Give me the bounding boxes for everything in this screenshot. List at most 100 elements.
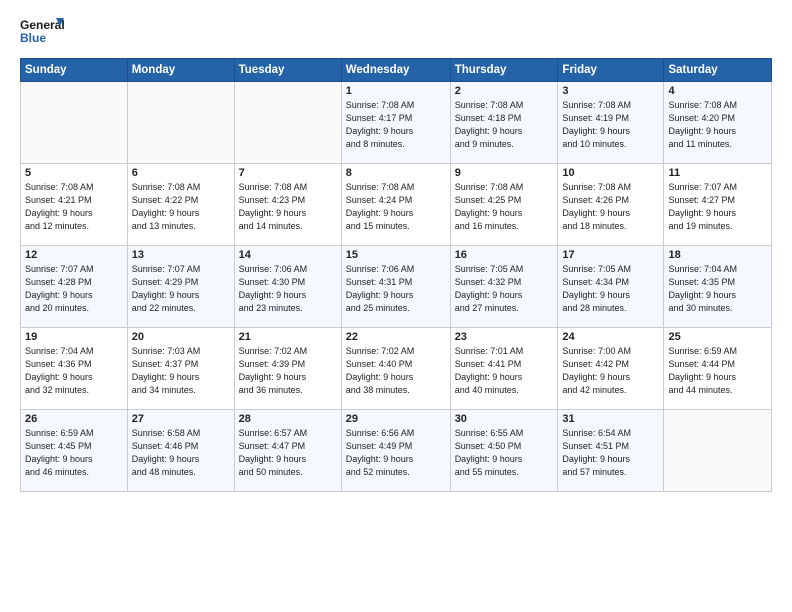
day-info: Sunrise: 6:59 AM Sunset: 4:44 PM Dayligh… <box>668 345 767 397</box>
calendar-header-row: SundayMondayTuesdayWednesdayThursdayFrid… <box>21 59 772 82</box>
calendar-cell: 14 Sunrise: 7:06 AM Sunset: 4:30 PM Dayli… <box>234 246 341 328</box>
calendar-cell <box>664 410 772 492</box>
day-info: Sunrise: 7:08 AM Sunset: 4:19 PM Dayligh… <box>562 99 659 151</box>
calendar-cell: 23 Sunrise: 7:01 AM Sunset: 4:41 PM Dayli… <box>450 328 558 410</box>
day-number: 21 <box>239 331 337 343</box>
logo-svg: General Blue <box>20 16 64 48</box>
day-info: Sunrise: 7:01 AM Sunset: 4:41 PM Dayligh… <box>455 345 554 397</box>
calendar-cell: 5 Sunrise: 7:08 AM Sunset: 4:21 PM Daylig… <box>21 164 128 246</box>
weekday-header: Friday <box>558 59 664 82</box>
day-number: 8 <box>346 167 446 179</box>
day-info: Sunrise: 7:08 AM Sunset: 4:17 PM Dayligh… <box>346 99 446 151</box>
weekday-header: Tuesday <box>234 59 341 82</box>
day-number: 6 <box>132 167 230 179</box>
calendar-week-row: 19 Sunrise: 7:04 AM Sunset: 4:36 PM Dayli… <box>21 328 772 410</box>
day-number: 5 <box>25 167 123 179</box>
calendar-cell: 6 Sunrise: 7:08 AM Sunset: 4:22 PM Daylig… <box>127 164 234 246</box>
day-info: Sunrise: 7:04 AM Sunset: 4:36 PM Dayligh… <box>25 345 123 397</box>
calendar-cell: 24 Sunrise: 7:00 AM Sunset: 4:42 PM Dayli… <box>558 328 664 410</box>
day-info: Sunrise: 7:08 AM Sunset: 4:21 PM Dayligh… <box>25 181 123 233</box>
day-info: Sunrise: 7:07 AM Sunset: 4:29 PM Dayligh… <box>132 263 230 315</box>
calendar-cell <box>21 82 128 164</box>
day-info: Sunrise: 7:07 AM Sunset: 4:28 PM Dayligh… <box>25 263 123 315</box>
weekday-header: Monday <box>127 59 234 82</box>
day-info: Sunrise: 7:02 AM Sunset: 4:40 PM Dayligh… <box>346 345 446 397</box>
day-number: 4 <box>668 85 767 97</box>
day-number: 25 <box>668 331 767 343</box>
day-number: 11 <box>668 167 767 179</box>
day-number: 19 <box>25 331 123 343</box>
day-number: 1 <box>346 85 446 97</box>
day-number: 12 <box>25 249 123 261</box>
day-info: Sunrise: 6:57 AM Sunset: 4:47 PM Dayligh… <box>239 427 337 479</box>
calendar-cell: 28 Sunrise: 6:57 AM Sunset: 4:47 PM Dayli… <box>234 410 341 492</box>
calendar-cell: 7 Sunrise: 7:08 AM Sunset: 4:23 PM Daylig… <box>234 164 341 246</box>
day-info: Sunrise: 7:06 AM Sunset: 4:30 PM Dayligh… <box>239 263 337 315</box>
day-number: 14 <box>239 249 337 261</box>
calendar-cell: 12 Sunrise: 7:07 AM Sunset: 4:28 PM Dayli… <box>21 246 128 328</box>
weekday-header: Thursday <box>450 59 558 82</box>
day-info: Sunrise: 7:06 AM Sunset: 4:31 PM Dayligh… <box>346 263 446 315</box>
calendar-cell <box>127 82 234 164</box>
day-info: Sunrise: 7:08 AM Sunset: 4:23 PM Dayligh… <box>239 181 337 233</box>
day-info: Sunrise: 7:02 AM Sunset: 4:39 PM Dayligh… <box>239 345 337 397</box>
calendar-cell: 27Sunrise: 6:58 AM Sunset: 4:46 PM Dayli… <box>127 410 234 492</box>
calendar-cell: 4 Sunrise: 7:08 AM Sunset: 4:20 PM Daylig… <box>664 82 772 164</box>
weekday-header: Saturday <box>664 59 772 82</box>
calendar-table: SundayMondayTuesdayWednesdayThursdayFrid… <box>20 58 772 492</box>
calendar-cell: 22 Sunrise: 7:02 AM Sunset: 4:40 PM Dayli… <box>341 328 450 410</box>
calendar-cell: 3 Sunrise: 7:08 AM Sunset: 4:19 PM Daylig… <box>558 82 664 164</box>
day-number: 7 <box>239 167 337 179</box>
calendar-cell: 21 Sunrise: 7:02 AM Sunset: 4:39 PM Dayli… <box>234 328 341 410</box>
calendar-week-row: 5 Sunrise: 7:08 AM Sunset: 4:21 PM Daylig… <box>21 164 772 246</box>
calendar-cell: 20Sunrise: 7:03 AM Sunset: 4:37 PM Dayli… <box>127 328 234 410</box>
day-info: Sunrise: 7:00 AM Sunset: 4:42 PM Dayligh… <box>562 345 659 397</box>
day-number: 22 <box>346 331 446 343</box>
day-info: Sunrise: 7:08 AM Sunset: 4:22 PM Dayligh… <box>132 181 230 233</box>
day-info: Sunrise: 7:08 AM Sunset: 4:25 PM Dayligh… <box>455 181 554 233</box>
calendar-cell: 13 Sunrise: 7:07 AM Sunset: 4:29 PM Dayli… <box>127 246 234 328</box>
day-info: Sunrise: 7:05 AM Sunset: 4:34 PM Dayligh… <box>562 263 659 315</box>
calendar-cell <box>234 82 341 164</box>
calendar-cell: 11 Sunrise: 7:07 AM Sunset: 4:27 PM Dayli… <box>664 164 772 246</box>
calendar-cell: 30Sunrise: 6:55 AM Sunset: 4:50 PM Dayli… <box>450 410 558 492</box>
day-number: 15 <box>346 249 446 261</box>
calendar-cell: 31 Sunrise: 6:54 AM Sunset: 4:51 PM Dayli… <box>558 410 664 492</box>
day-info: Sunrise: 7:08 AM Sunset: 4:20 PM Dayligh… <box>668 99 767 151</box>
weekday-header: Sunday <box>21 59 128 82</box>
calendar-cell: 1 Sunrise: 7:08 AM Sunset: 4:17 PM Daylig… <box>341 82 450 164</box>
day-number: 10 <box>562 167 659 179</box>
day-number: 3 <box>562 85 659 97</box>
calendar-cell: 16 Sunrise: 7:05 AM Sunset: 4:32 PM Dayli… <box>450 246 558 328</box>
day-number: 2 <box>455 85 554 97</box>
day-number: 31 <box>562 413 659 425</box>
calendar-cell: 17Sunrise: 7:05 AM Sunset: 4:34 PM Dayli… <box>558 246 664 328</box>
weekday-header: Wednesday <box>341 59 450 82</box>
calendar-week-row: 1 Sunrise: 7:08 AM Sunset: 4:17 PM Daylig… <box>21 82 772 164</box>
calendar-cell: 10 Sunrise: 7:08 AM Sunset: 4:26 PM Dayli… <box>558 164 664 246</box>
day-info: Sunrise: 6:59 AM Sunset: 4:45 PM Dayligh… <box>25 427 123 479</box>
calendar-cell: 25 Sunrise: 6:59 AM Sunset: 4:44 PM Dayli… <box>664 328 772 410</box>
day-info: Sunrise: 7:08 AM Sunset: 4:26 PM Dayligh… <box>562 181 659 233</box>
day-number: 13 <box>132 249 230 261</box>
calendar-cell: 18 Sunrise: 7:04 AM Sunset: 4:35 PM Dayli… <box>664 246 772 328</box>
day-info: Sunrise: 7:08 AM Sunset: 4:18 PM Dayligh… <box>455 99 554 151</box>
day-number: 27 <box>132 413 230 425</box>
day-number: 16 <box>455 249 554 261</box>
day-info: Sunrise: 6:54 AM Sunset: 4:51 PM Dayligh… <box>562 427 659 479</box>
page-header: General Blue <box>20 16 772 48</box>
calendar-cell: 9Sunrise: 7:08 AM Sunset: 4:25 PM Daylig… <box>450 164 558 246</box>
svg-text:Blue: Blue <box>20 31 46 45</box>
day-number: 18 <box>668 249 767 261</box>
day-info: Sunrise: 7:04 AM Sunset: 4:35 PM Dayligh… <box>668 263 767 315</box>
day-info: Sunrise: 7:07 AM Sunset: 4:27 PM Dayligh… <box>668 181 767 233</box>
day-info: Sunrise: 7:08 AM Sunset: 4:24 PM Dayligh… <box>346 181 446 233</box>
day-number: 28 <box>239 413 337 425</box>
calendar-cell: 26Sunrise: 6:59 AM Sunset: 4:45 PM Dayli… <box>21 410 128 492</box>
calendar-cell: 2 Sunrise: 7:08 AM Sunset: 4:18 PM Daylig… <box>450 82 558 164</box>
logo: General Blue <box>20 16 64 48</box>
day-number: 20 <box>132 331 230 343</box>
day-number: 24 <box>562 331 659 343</box>
day-info: Sunrise: 7:05 AM Sunset: 4:32 PM Dayligh… <box>455 263 554 315</box>
day-number: 23 <box>455 331 554 343</box>
